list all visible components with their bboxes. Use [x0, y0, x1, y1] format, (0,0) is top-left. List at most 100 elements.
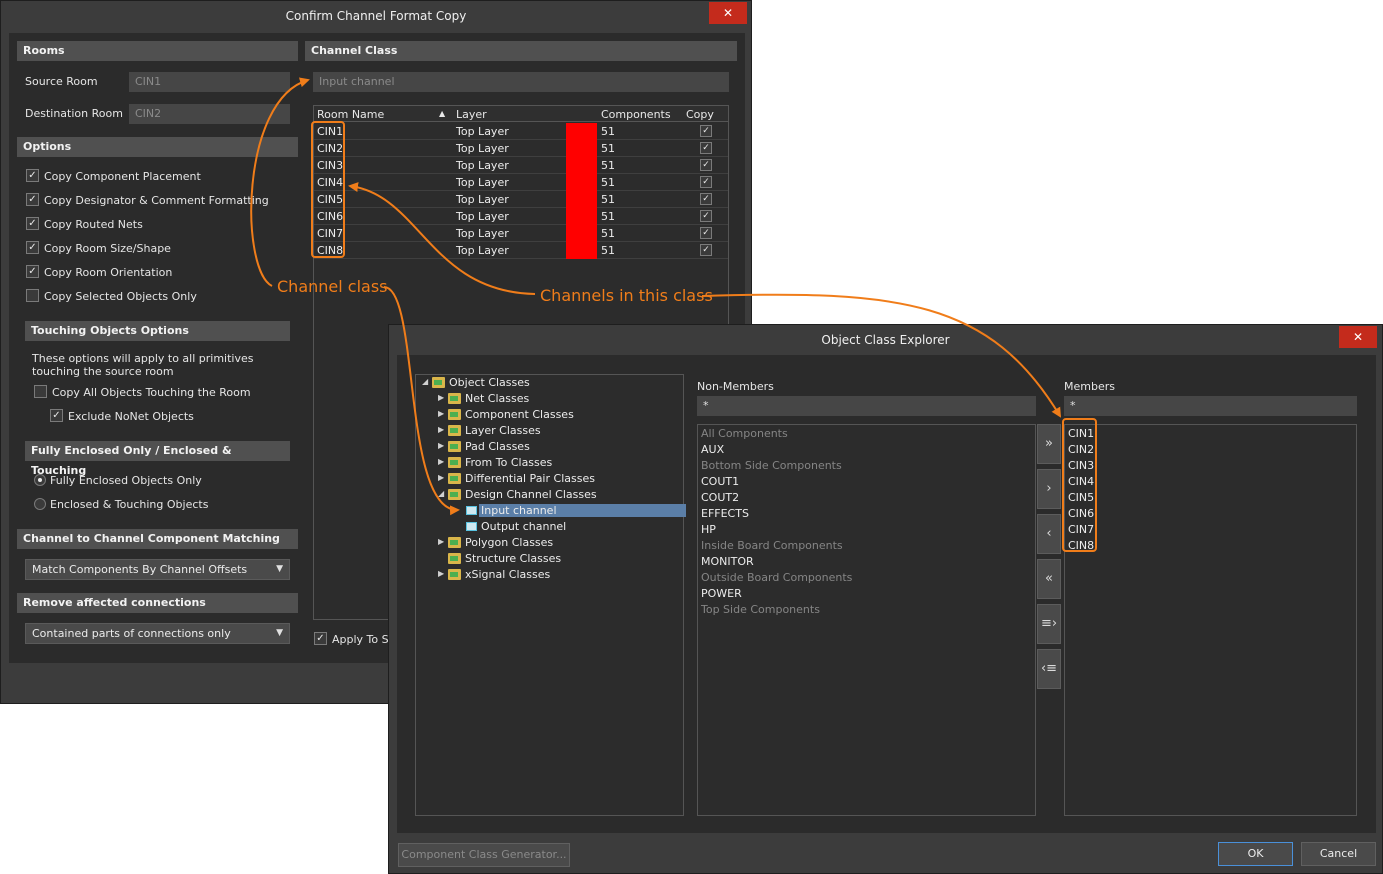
tree-item[interactable]: ◢ Object Classes [422, 375, 681, 391]
remove-all-button[interactable]: « [1037, 559, 1061, 599]
option-checkbox[interactable]: ✓ [26, 217, 39, 230]
tree-item-label: Structure Classes [465, 552, 562, 565]
apply-to-checkbox[interactable]: ✓ [314, 632, 327, 645]
explorer-close-button[interactable]: ✕ [1339, 326, 1377, 348]
tree-item[interactable]: ◢ Design Channel Classes [438, 487, 681, 503]
class-tree: ◢ Object Classes ▶ Net Classes ▶ Component Cl… [415, 374, 686, 816]
enclosed-touching-radio[interactable] [34, 498, 46, 510]
list-item[interactable]: HP [701, 523, 716, 536]
tree-item[interactable]: Output channel [454, 519, 681, 535]
expanded-triangle-icon[interactable]: ◢ [438, 489, 444, 498]
tree-item[interactable]: ▶ Polygon Classes [438, 535, 681, 551]
source-room-label: Source Room [25, 75, 98, 88]
option-label: Copy Designator & Comment Formatting [44, 194, 269, 207]
exclude-nonet-checkbox[interactable]: ✓ [50, 409, 63, 422]
collapsed-triangle-icon[interactable]: ▶ [438, 409, 444, 418]
source-room-field[interactable]: CIN1 [129, 72, 290, 92]
add-button[interactable]: › [1037, 469, 1061, 509]
tree-item[interactable]: Structure Classes [438, 551, 681, 567]
copy-checkbox[interactable]: ✓ [700, 176, 712, 188]
option-checkbox[interactable]: ✓ [26, 193, 39, 206]
table-row[interactable]: CIN8 Top Layer 51 ✓ [314, 242, 728, 259]
tree-item[interactable]: ▶ Pad Classes [438, 439, 681, 455]
room-color-swatch [566, 191, 597, 208]
channel-class-field[interactable]: Input channel [313, 72, 729, 92]
layer-cell: Top Layer [456, 142, 509, 155]
cancel-button[interactable]: Cancel [1301, 842, 1376, 866]
list-item[interactable]: Outside Board Components [701, 571, 852, 584]
table-row[interactable]: CIN5 Top Layer 51 ✓ [314, 191, 728, 208]
option-checkbox[interactable]: ✓ [26, 241, 39, 254]
callout-channels-in-class: Channels in this class [540, 286, 713, 305]
non-members-list[interactable]: All Components AUX Bottom Side Components C… [697, 424, 1036, 816]
option-checkbox[interactable]: ✓ [26, 265, 39, 278]
tree-item[interactable]: ▶ From To Classes [438, 455, 681, 471]
remove-connections-combo[interactable]: Contained parts of connections only ▼ [25, 623, 290, 644]
collapsed-triangle-icon[interactable]: ▶ [438, 569, 444, 578]
copy-checkbox[interactable]: ✓ [700, 142, 712, 154]
collapsed-triangle-icon[interactable]: ▶ [438, 441, 444, 450]
tree-item[interactable]: Input channel [454, 503, 686, 519]
expanded-triangle-icon[interactable]: ◢ [422, 377, 428, 386]
table-row[interactable]: CIN2 Top Layer 51 ✓ [314, 140, 728, 157]
list-item[interactable]: AUX [701, 443, 724, 456]
component-matching-combo[interactable]: Match Components By Channel Offsets ▼ [25, 559, 290, 580]
list-item[interactable]: COUT2 [701, 491, 739, 504]
option-checkbox[interactable] [26, 289, 39, 302]
tree-item[interactable]: ▶ Differential Pair Classes [438, 471, 681, 487]
copy-checkbox[interactable]: ✓ [700, 244, 712, 256]
destination-room-field[interactable]: CIN2 [129, 104, 290, 124]
collapsed-triangle-icon[interactable]: ▶ [438, 537, 444, 546]
members-filter[interactable]: * [1064, 396, 1357, 416]
copy-checkbox[interactable]: ✓ [700, 159, 712, 171]
list-item[interactable]: Inside Board Components [701, 539, 843, 552]
folder-icon [448, 473, 461, 484]
copy-checkbox[interactable]: ✓ [700, 210, 712, 222]
folder-icon [448, 537, 461, 548]
option-checkbox[interactable]: ✓ [26, 169, 39, 182]
list-item[interactable]: MONITOR [701, 555, 754, 568]
table-row[interactable]: CIN7 Top Layer 51 ✓ [314, 225, 728, 242]
copy-all-touching-checkbox[interactable] [34, 385, 47, 398]
col-components[interactable]: Components [601, 108, 671, 121]
tree-item[interactable]: ▶ Net Classes [438, 391, 681, 407]
remove-button[interactable]: ‹ [1037, 514, 1061, 554]
list-item[interactable]: POWER [701, 587, 742, 600]
tree-item[interactable]: ▶ Component Classes [438, 407, 681, 423]
col-layer[interactable]: Layer [456, 108, 487, 121]
components-cell: 51 [601, 210, 615, 223]
copy-checkbox[interactable]: ✓ [700, 125, 712, 137]
list-item[interactable]: Bottom Side Components [701, 459, 842, 472]
collapsed-triangle-icon[interactable]: ▶ [438, 473, 444, 482]
component-class-generator-button[interactable]: Component Class Generator... [398, 843, 570, 867]
room-color-swatch [566, 140, 597, 157]
object-class-explorer-dialog: Object Class Explorer ✕ ◢ Object Classes ▶… [388, 324, 1383, 874]
tree-item[interactable]: ▶ Layer Classes [438, 423, 681, 439]
members-list[interactable]: CIN1 CIN2 CIN3 CIN4 CIN5 CIN6 CIN7 CIN8 [1064, 424, 1357, 816]
fully-enclosed-radio[interactable] [34, 474, 46, 486]
table-row[interactable]: CIN6 Top Layer 51 ✓ [314, 208, 728, 225]
col-room-name[interactable]: Room Name [317, 108, 384, 121]
col-copy[interactable]: Copy [686, 108, 714, 121]
list-item[interactable]: All Components [701, 427, 788, 440]
collapsed-triangle-icon[interactable]: ▶ [438, 457, 444, 466]
collapsed-triangle-icon[interactable]: ▶ [438, 425, 444, 434]
close-button[interactable]: ✕ [709, 2, 747, 24]
add-filtered-button[interactable]: ≡› [1037, 604, 1061, 644]
ok-button[interactable]: OK [1218, 842, 1293, 866]
list-item[interactable]: EFFECTS [701, 507, 749, 520]
table-row[interactable]: CIN1 Top Layer 51 ✓ [314, 123, 728, 140]
table-row[interactable]: CIN3 Top Layer 51 ✓ [314, 157, 728, 174]
table-row[interactable]: CIN4 Top Layer 51 ✓ [314, 174, 728, 191]
remove-filtered-button[interactable]: ‹≡ [1037, 649, 1061, 689]
list-item[interactable]: COUT1 [701, 475, 739, 488]
list-item[interactable]: Top Side Components [701, 603, 820, 616]
copy-checkbox[interactable]: ✓ [700, 193, 712, 205]
copy-checkbox[interactable]: ✓ [700, 227, 712, 239]
collapsed-triangle-icon[interactable]: ▶ [438, 393, 444, 402]
layer-cell: Top Layer [456, 244, 509, 257]
tree-item[interactable]: ▶ xSignal Classes [438, 567, 681, 583]
callout-channel-class: Channel class [277, 277, 388, 296]
add-all-button[interactable]: » [1037, 424, 1061, 464]
non-members-filter[interactable]: * [697, 396, 1036, 416]
